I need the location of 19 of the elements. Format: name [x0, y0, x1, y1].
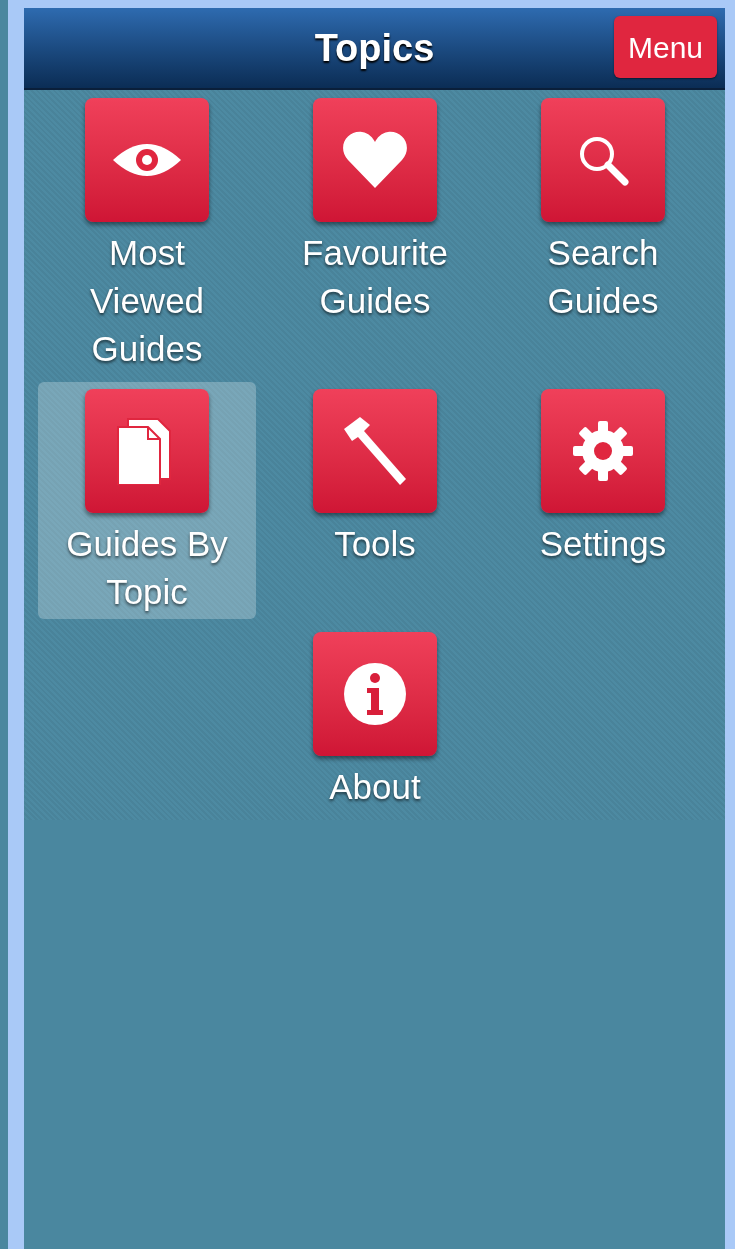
info-icon [343, 662, 407, 726]
menu-tile[interactable]: Settings [494, 382, 712, 619]
tile-label: Settings [538, 523, 668, 565]
menu-tile[interactable]: Search Guides [494, 91, 712, 376]
tile-label: Guides By Topic [65, 523, 229, 613]
heart-icon [342, 130, 408, 190]
menu-tile[interactable]: Favourite Guides [266, 91, 484, 376]
menu-tile[interactable]: About [266, 625, 484, 814]
header-title: Topics [314, 25, 435, 71]
gear-icon [571, 419, 635, 483]
menu-button[interactable]: Menu [613, 16, 717, 78]
tile-label: Favourite Guides [301, 232, 449, 322]
menu-tile[interactable]: Most Viewed Guides [38, 91, 256, 376]
tile-label: Search Guides [546, 232, 660, 322]
tile-label: Most Viewed Guides [88, 232, 206, 370]
tile-label: About [328, 766, 422, 808]
menu-tile[interactable]: Guides By Topic [38, 382, 256, 619]
tile-label: Tools [333, 523, 417, 565]
menu-tile[interactable]: Tools [266, 382, 484, 619]
